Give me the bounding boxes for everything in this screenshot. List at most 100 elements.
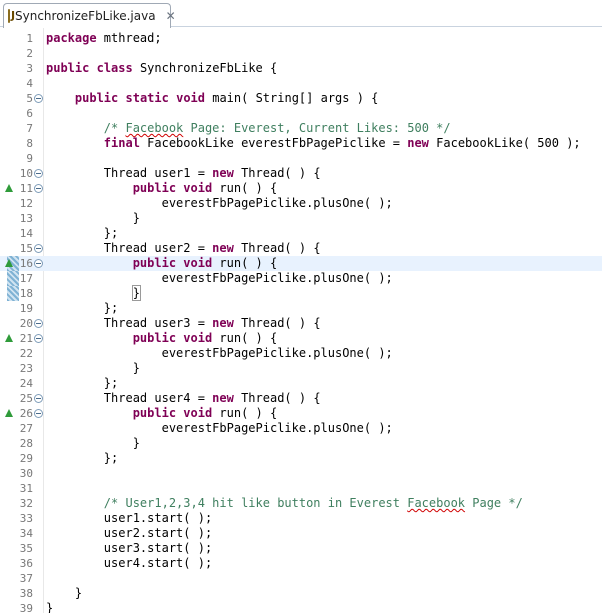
- code-line-32[interactable]: 32 /* User1,2,3,4 hit like button in Eve…: [0, 496, 602, 511]
- code-line-18[interactable]: 18 }: [0, 285, 602, 301]
- code-line-20[interactable]: 20 Thread user3 = new Thread( ) {: [0, 316, 602, 331]
- code-line-38[interactable]: 38 }: [0, 586, 602, 601]
- line-number: 30: [19, 467, 33, 480]
- code-text[interactable]: final FacebookLike everestFbPagePiclike …: [46, 136, 581, 151]
- comment-token: Page: Everest, Current Likes: 500 */: [183, 121, 451, 135]
- code-text[interactable]: /* Facebook Page: Everest, Current Likes…: [46, 121, 451, 136]
- code-line-16[interactable]: 16 public void run( ) {: [0, 256, 602, 271]
- code-line-22[interactable]: 22 everestFbPagePiclike.plusOne( );: [0, 346, 602, 361]
- code-text[interactable]: public static void main( String[] args )…: [46, 91, 378, 106]
- code-line-39[interactable]: 39}: [0, 601, 602, 613]
- keyword-token: new: [212, 316, 234, 330]
- fold-collapse-icon[interactable]: [34, 409, 43, 418]
- code-text[interactable]: }: [46, 436, 140, 451]
- code-line-23[interactable]: 23 }: [0, 361, 602, 376]
- code-line-31[interactable]: 31: [0, 481, 602, 496]
- code-text[interactable]: public void run( ) {: [46, 406, 278, 421]
- code-line-2[interactable]: 2: [0, 46, 602, 61]
- code-text[interactable]: }: [46, 601, 53, 613]
- code-text[interactable]: user2.start( );: [46, 526, 212, 541]
- code-line-4[interactable]: 4: [0, 76, 602, 91]
- code-line-3[interactable]: 3 public class SynchronizeFbLike {: [0, 61, 602, 76]
- code-text[interactable]: }: [46, 586, 82, 601]
- tab-synchronizefblike-java[interactable]: J SynchronizeFbLike.java ✕: [3, 3, 176, 28]
- code-line-8[interactable]: 8 final FacebookLike everestFbPagePiclik…: [0, 136, 602, 151]
- code-line-37[interactable]: 37: [0, 571, 602, 586]
- fold-collapse-icon[interactable]: [34, 394, 43, 403]
- fold-collapse-icon[interactable]: [34, 169, 43, 178]
- code-line-9[interactable]: 9: [0, 151, 602, 166]
- line-number: 24: [19, 377, 33, 390]
- code-line-15[interactable]: 15 Thread user2 = new Thread( ) {: [0, 241, 602, 256]
- code-text[interactable]: package mthread;: [46, 31, 162, 46]
- code-line-26[interactable]: 26 public void run( ) {: [0, 406, 602, 421]
- comment-token: Facebook: [125, 121, 184, 135]
- code-token: }: [46, 586, 83, 600]
- code-line-29[interactable]: 29 };: [0, 451, 602, 466]
- code-line-13[interactable]: 13 }: [0, 211, 602, 226]
- code-text[interactable]: everestFbPagePiclike.plusOne( );: [46, 346, 393, 361]
- code-text[interactable]: Thread user4 = new Thread( ) {: [46, 391, 321, 406]
- code-line-6[interactable]: 6: [0, 106, 602, 121]
- line-number: 32: [19, 497, 33, 510]
- code-text[interactable]: }: [46, 361, 140, 376]
- tab-title: SynchronizeFbLike.java: [15, 9, 156, 23]
- code-line-25[interactable]: 25 Thread user4 = new Thread( ) {: [0, 391, 602, 406]
- code-line-5[interactable]: 5 public static void main( String[] args…: [0, 91, 602, 106]
- code-text[interactable]: };: [46, 226, 118, 241]
- code-line-1[interactable]: 1 package mthread;: [0, 31, 602, 46]
- code-text[interactable]: public class SynchronizeFbLike {: [46, 61, 277, 76]
- code-text[interactable]: everestFbPagePiclike.plusOne( );: [46, 421, 393, 436]
- code-text[interactable]: user3.start( );: [46, 541, 212, 556]
- fold-collapse-icon[interactable]: [34, 319, 43, 328]
- code-line-30[interactable]: 30: [0, 466, 602, 481]
- code-text[interactable]: public void run( ) {: [46, 181, 278, 196]
- code-line-19[interactable]: 19 };: [0, 301, 602, 316]
- code-text[interactable]: Thread user1 = new Thread( ) {: [46, 166, 321, 181]
- code-text[interactable]: Thread user3 = new Thread( ) {: [46, 316, 321, 331]
- code-text[interactable]: };: [46, 301, 118, 316]
- line-number: 8: [26, 137, 33, 150]
- editor-tab-bar: J SynchronizeFbLike.java ✕: [0, 0, 602, 28]
- code-text[interactable]: everestFbPagePiclike.plusOne( );: [46, 271, 393, 286]
- code-text[interactable]: user1.start( );: [46, 511, 212, 526]
- fold-collapse-icon[interactable]: [34, 334, 43, 343]
- code-line-7[interactable]: 7 /* Facebook Page: Everest, Current Lik…: [0, 121, 602, 136]
- code-line-35[interactable]: 35 user3.start( );: [0, 541, 602, 556]
- code-text[interactable]: }: [46, 211, 140, 226]
- code-text[interactable]: Thread user2 = new Thread( ) {: [46, 241, 321, 256]
- code-line-27[interactable]: 27 everestFbPagePiclike.plusOne( );: [0, 421, 602, 436]
- line-number: 19: [19, 302, 33, 315]
- close-icon[interactable]: ✕: [166, 9, 176, 23]
- code-editor[interactable]: 1 package mthread; 2 3 public class Synchron…: [0, 28, 602, 613]
- code-text[interactable]: };: [46, 451, 118, 466]
- code-text[interactable]: /* User1,2,3,4 hit like button in Everes…: [46, 496, 523, 511]
- code-line-33[interactable]: 33 user1.start( );: [0, 511, 602, 526]
- code-text[interactable]: }: [46, 285, 141, 301]
- code-line-24[interactable]: 24 };: [0, 376, 602, 391]
- line-number: 27: [19, 422, 33, 435]
- fold-collapse-icon[interactable]: [34, 259, 43, 268]
- code-line-17[interactable]: 17 everestFbPagePiclike.plusOne( );: [0, 271, 602, 286]
- code-text[interactable]: everestFbPagePiclike.plusOne( );: [46, 196, 393, 211]
- code-line-14[interactable]: 14 };: [0, 226, 602, 241]
- fold-collapse-icon[interactable]: [34, 184, 43, 193]
- code-line-21[interactable]: 21 public void run( ) {: [0, 331, 602, 346]
- code-token: user2.start( );: [46, 526, 213, 540]
- line-number: 7: [26, 122, 33, 135]
- code-text[interactable]: public void run( ) {: [46, 256, 278, 271]
- line-number: 14: [19, 227, 33, 240]
- code-line-12[interactable]: 12 everestFbPagePiclike.plusOne( );: [0, 196, 602, 211]
- code-line-11[interactable]: 11 public void run( ) {: [0, 181, 602, 196]
- code-line-10[interactable]: 10 Thread user1 = new Thread( ) {: [0, 166, 602, 181]
- code-text[interactable]: public void run( ) {: [46, 331, 278, 346]
- code-line-34[interactable]: 34 user2.start( );: [0, 526, 602, 541]
- code-line-28[interactable]: 28 }: [0, 436, 602, 451]
- fold-collapse-icon[interactable]: [34, 94, 43, 103]
- code-line-36[interactable]: 36 user4.start( );: [0, 556, 602, 571]
- code-text[interactable]: };: [46, 376, 118, 391]
- code-text[interactable]: user4.start( );: [46, 556, 212, 571]
- fold-collapse-icon[interactable]: [34, 244, 43, 253]
- comment-token: /*: [103, 121, 126, 135]
